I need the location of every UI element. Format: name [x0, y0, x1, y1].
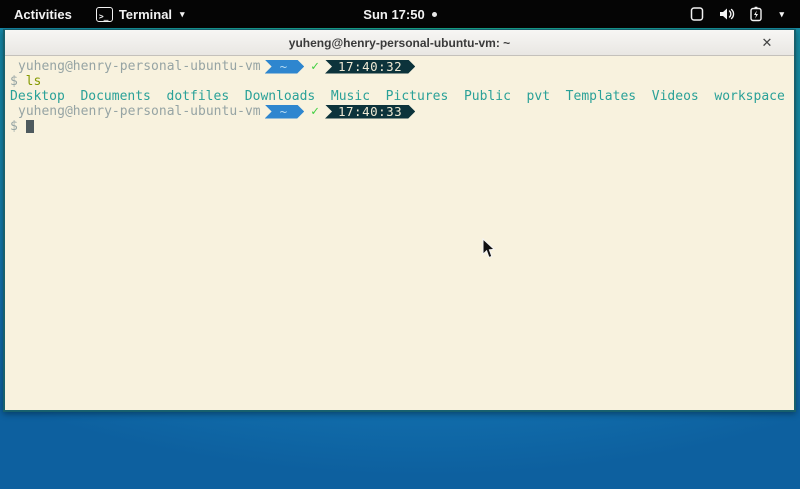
- prompt-time-segment: 17:40:33: [325, 105, 415, 119]
- battery-charging-icon: [748, 6, 764, 22]
- terminal-content[interactable]: yuheng@henry-personal-ubuntu-vm ~ ✓ 17:4…: [5, 56, 794, 410]
- display-icon: [689, 6, 705, 22]
- chevron-down-icon: ▾: [180, 9, 185, 20]
- clock-button[interactable]: Sun 17:50: [363, 7, 436, 22]
- desktop-background: yuheng@henry-personal-ubuntu-vm: ~ ✕ yuh…: [0, 28, 800, 489]
- terminal-icon: >_: [96, 7, 113, 22]
- prompt-path-segment: ~: [265, 105, 305, 119]
- prompt-time-segment: 17:40:32: [325, 60, 415, 74]
- chevron-down-icon: ▾: [779, 9, 784, 20]
- app-menu-label: Terminal: [119, 7, 172, 22]
- directory-name: Pictures: [386, 89, 449, 104]
- command-text: ls: [26, 74, 42, 89]
- close-button[interactable]: ✕: [756, 30, 778, 56]
- command-text: [18, 74, 26, 89]
- directory-name: Public: [464, 89, 511, 104]
- app-menu-terminal[interactable]: >_ Terminal ▾: [86, 0, 195, 28]
- directory-name: Templates: [566, 89, 636, 104]
- volume-icon: [718, 6, 735, 22]
- input-line[interactable]: $: [10, 119, 790, 134]
- directory-name: Desktop: [10, 89, 65, 104]
- command-line: $ ls: [10, 74, 790, 89]
- directory-name: Videos: [652, 89, 699, 104]
- terminal-window: yuheng@henry-personal-ubuntu-vm: ~ ✕ yuh…: [3, 29, 796, 412]
- notification-dot-icon: [432, 12, 437, 17]
- prompt-symbol: $: [10, 119, 18, 134]
- prompt-user: yuheng@henry-personal-ubuntu-vm: [10, 104, 261, 119]
- prompt-symbol: $: [10, 74, 18, 89]
- clock-label: Sun 17:50: [363, 7, 424, 22]
- window-title: yuheng@henry-personal-ubuntu-vm: ~: [289, 36, 510, 50]
- directory-name: dotfiles: [167, 89, 230, 104]
- status-check-icon: ✓: [311, 59, 319, 74]
- ls-output-line: Desktop Documents dotfiles Downloads Mus…: [10, 89, 790, 104]
- directory-name: workspace: [714, 89, 784, 104]
- activities-label: Activities: [14, 7, 72, 22]
- directory-name: Documents: [80, 89, 150, 104]
- window-titlebar[interactable]: yuheng@henry-personal-ubuntu-vm: ~ ✕: [5, 30, 794, 56]
- text-cursor: [26, 120, 34, 133]
- activities-button[interactable]: Activities: [0, 0, 86, 28]
- prompt-user: yuheng@henry-personal-ubuntu-vm: [10, 59, 261, 74]
- directory-name: pvt: [527, 89, 550, 104]
- directory-name: Downloads: [245, 89, 315, 104]
- prompt-line-1: yuheng@henry-personal-ubuntu-vm ~ ✓ 17:4…: [10, 59, 790, 74]
- top-bar: Activities >_ Terminal ▾ Sun 17:50 ▾: [0, 0, 800, 28]
- prompt-line-2: yuheng@henry-personal-ubuntu-vm ~ ✓ 17:4…: [10, 104, 790, 119]
- system-status-area[interactable]: ▾: [689, 0, 800, 28]
- directory-name: Music: [331, 89, 370, 104]
- topbar-left: Activities >_ Terminal ▾: [0, 0, 195, 28]
- prompt-path-segment: ~: [265, 60, 305, 74]
- status-check-icon: ✓: [311, 104, 319, 119]
